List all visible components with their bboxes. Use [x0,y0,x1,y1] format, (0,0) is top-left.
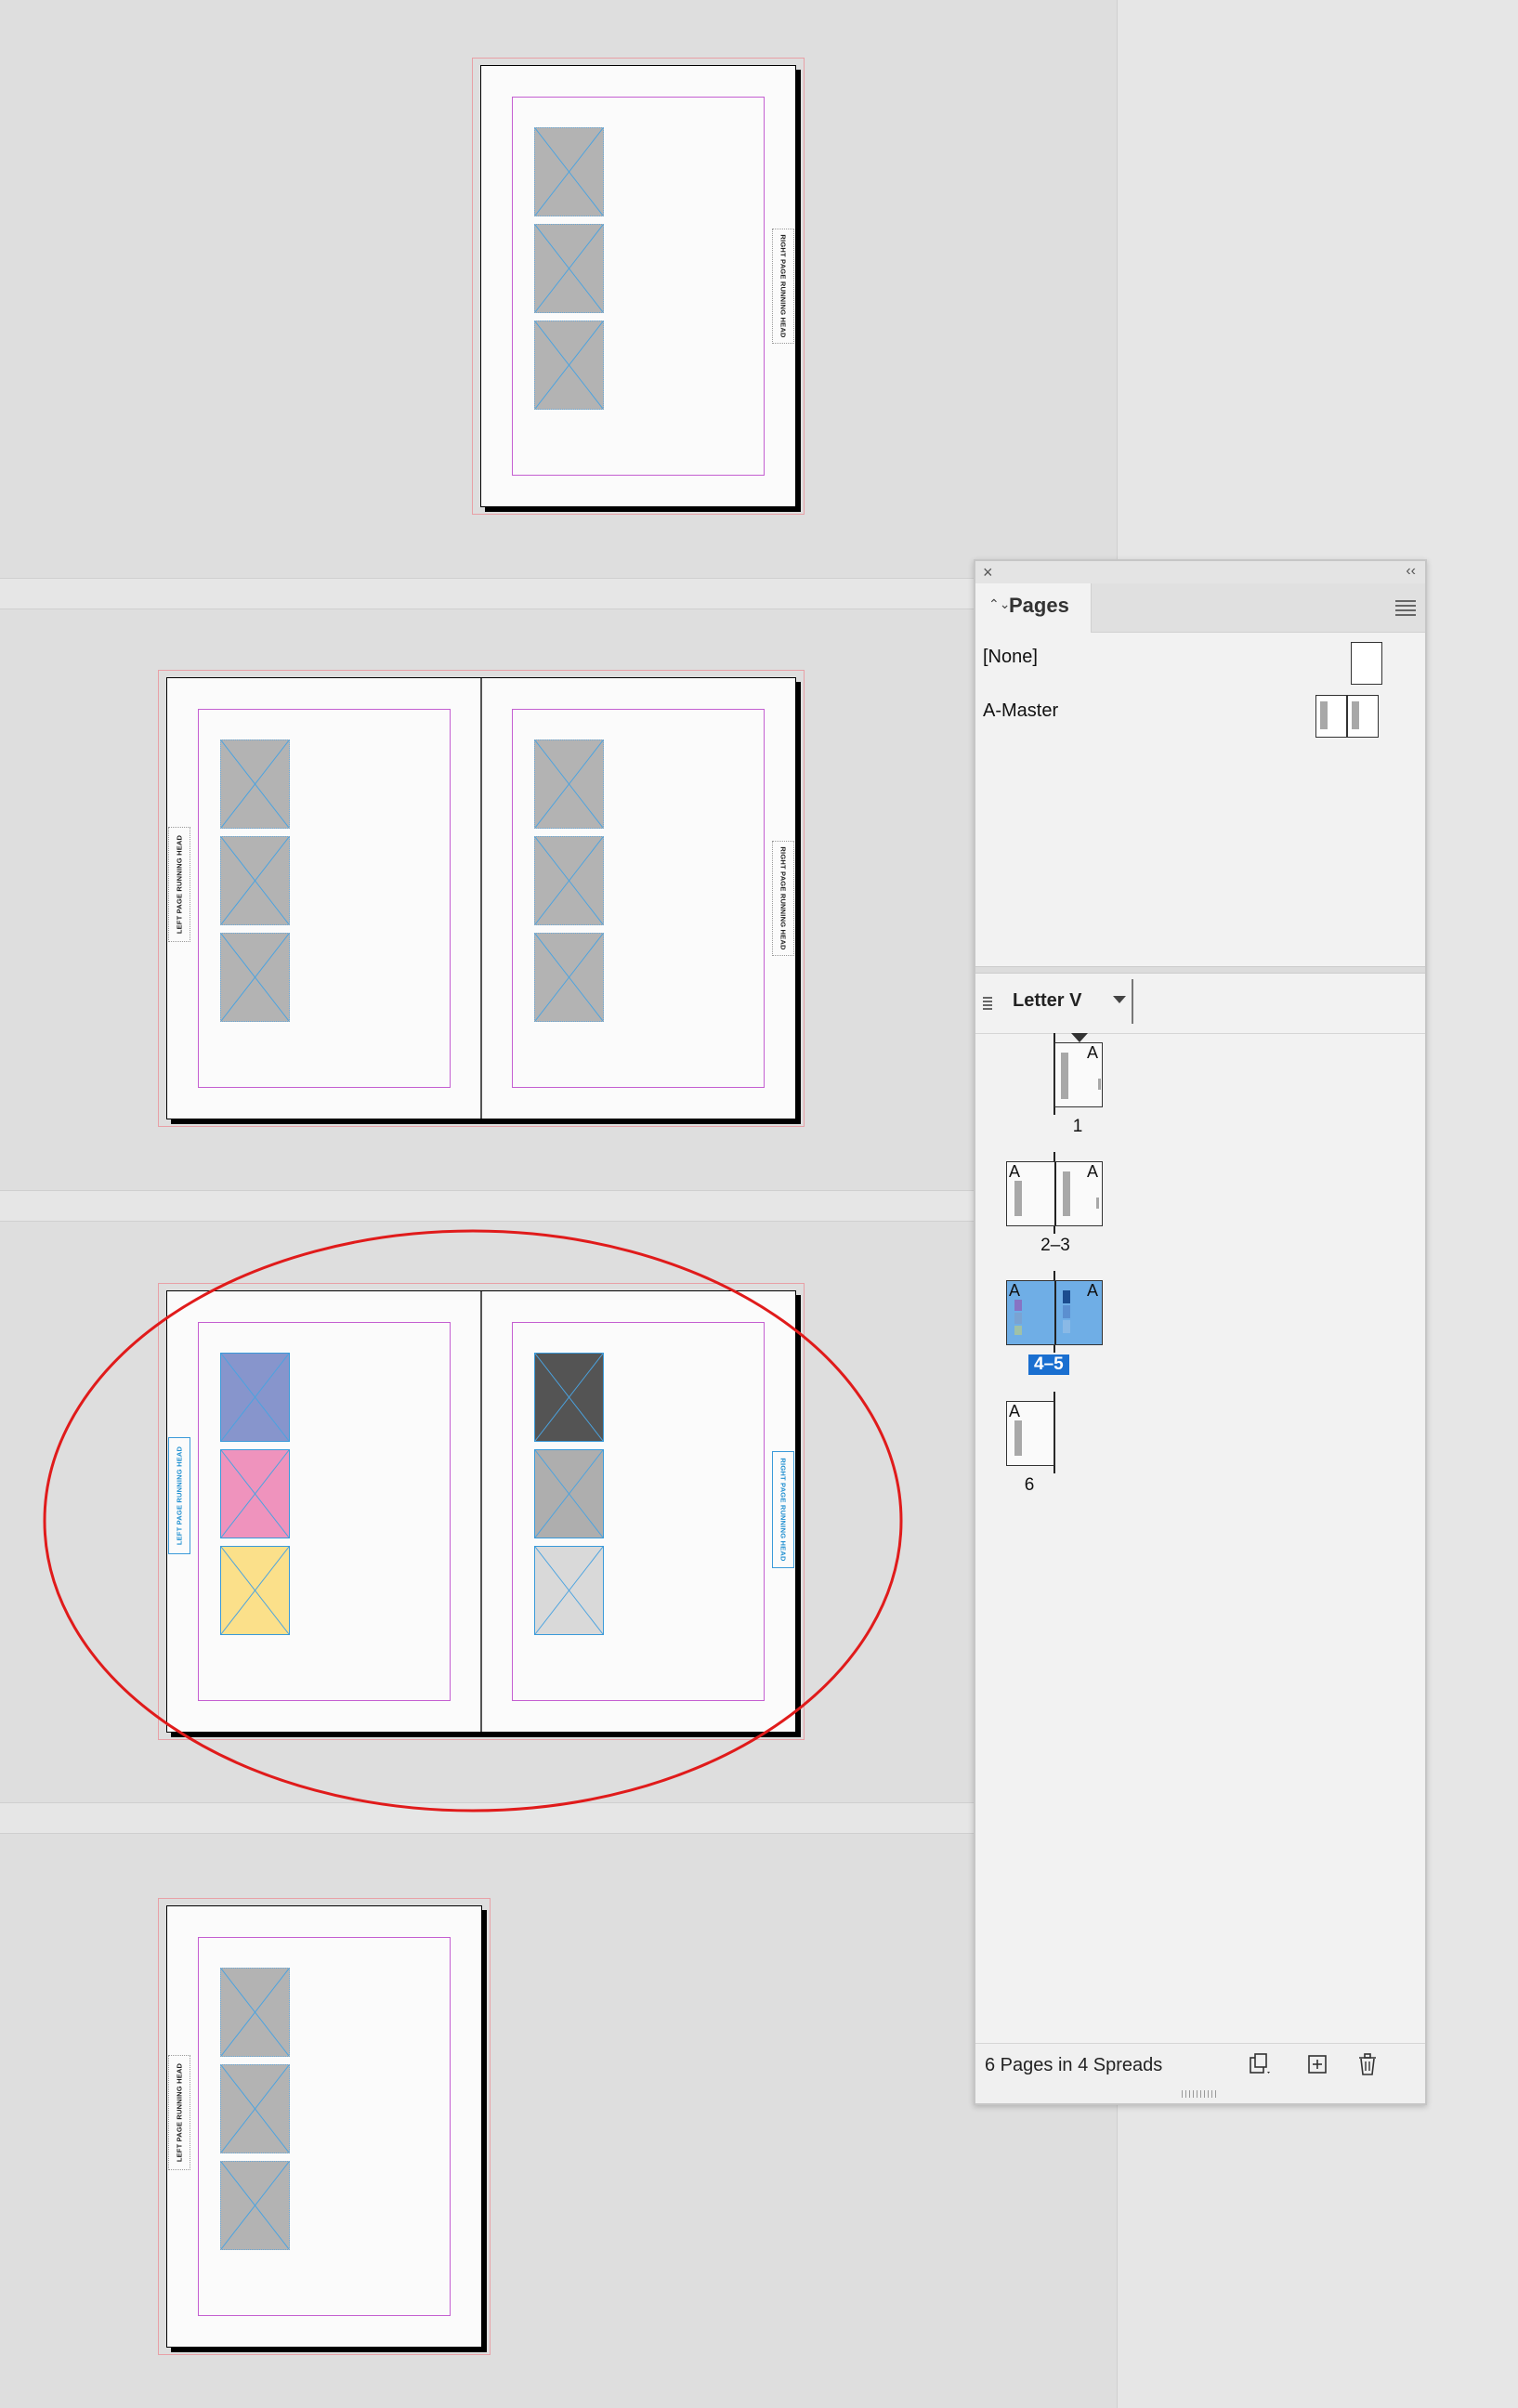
tab-toggle-icon[interactable]: ⌃⌄ [988,596,1010,612]
thumb-page-1[interactable]: A [1054,1042,1103,1107]
thumb-page-6[interactable]: A [1006,1401,1054,1466]
spread-divider [0,1190,975,1222]
panel-resize-grip[interactable] [1182,2090,1219,2098]
page-1[interactable]: RIGHT PAGE RUNNING HEAD [480,65,796,507]
master-none[interactable]: [None] [983,647,1038,668]
tab-pages[interactable]: ⌃⌄ Pages [975,583,1092,633]
thumb-label-4-5[interactable]: 4–5 [1028,1354,1069,1375]
spread-divider [0,1802,975,1834]
running-head-left[interactable]: LEFT PAGE RUNNING HEAD [168,1437,190,1554]
image-frame[interactable] [534,127,604,216]
collapse-icon[interactable]: ‹‹ [1406,561,1416,582]
master-letter: A [1087,1043,1099,1062]
image-frame[interactable] [534,739,604,829]
panel-footer: 6 Pages in 4 Spreads [975,2043,1425,2103]
image-frame-pink[interactable] [220,1449,290,1538]
running-head-left[interactable]: LEFT PAGE RUNNING HEAD [168,827,190,942]
tab-pages-label: Pages [1009,594,1069,617]
thumb-spread-4-5[interactable]: A A [1006,1280,1103,1345]
master-letter: A [1087,1281,1099,1300]
image-frame-yellow[interactable] [220,1546,290,1635]
running-head-right[interactable]: RIGHT PAGE RUNNING HEAD [772,229,794,344]
image-frame-blue[interactable] [220,1353,290,1442]
spread-spine [480,1291,482,1732]
image-frame-light[interactable] [534,1546,604,1635]
image-frame[interactable] [534,836,604,925]
new-page-icon[interactable] [1304,2051,1330,2077]
page-size-label[interactable]: Letter V [1013,990,1081,1012]
image-frame[interactable] [534,224,604,313]
page-6[interactable]: LEFT PAGE RUNNING HEAD [166,1905,482,2348]
insertion-indicator-icon [1071,1033,1088,1042]
panel-title-bar[interactable]: × ‹‹ [975,561,1425,584]
thumb-label-1[interactable]: 1 [1068,1117,1087,1137]
separator [1132,979,1133,1024]
page-count-status: 6 Pages in 4 Spreads [985,2055,1163,2075]
image-frame[interactable] [220,933,290,1022]
master-letter: A [1009,1402,1021,1420]
master-a[interactable]: A-Master [983,700,1058,722]
panel-menu-icon[interactable] [1395,597,1416,616]
image-frame[interactable] [220,739,290,829]
page-size-dropdown-icon[interactable] [1113,996,1126,1003]
image-frame[interactable] [534,933,604,1022]
thumb-spread-2-3[interactable]: A A [1006,1161,1103,1226]
image-frame[interactable] [220,2064,290,2153]
master-a-thumb[interactable] [1315,695,1379,738]
spread-page-4-5[interactable]: LEFT PAGE RUNNING HEAD RIGHT PAGE RUNNIN… [166,1290,796,1733]
page-size-bar: Letter V [975,972,1425,1034]
master-none-thumb[interactable] [1351,642,1382,685]
spread-page-2-3[interactable]: LEFT PAGE RUNNING HEAD RIGHT PAGE RUNNIN… [166,677,796,1119]
running-head-left[interactable]: LEFT PAGE RUNNING HEAD [168,2055,190,2170]
image-frame-mid[interactable] [534,1449,604,1538]
thumb-label-6[interactable]: 6 [1020,1475,1039,1496]
image-frame-dark[interactable] [534,1353,604,1442]
master-letter: A [1087,1162,1099,1181]
spread-divider [0,578,975,609]
image-frame[interactable] [220,1968,290,2057]
close-icon[interactable]: × [983,561,993,583]
edit-page-size-icon[interactable] [1247,2051,1273,2077]
image-frame[interactable] [220,2161,290,2250]
master-letter: A [1009,1162,1021,1181]
master-letter: A [1009,1281,1021,1300]
spread-spine [480,678,482,1119]
thumb-label-2-3[interactable]: 2–3 [1037,1236,1074,1256]
grip-icon[interactable] [983,995,992,1010]
image-frame[interactable] [534,321,604,410]
running-head-right[interactable]: RIGHT PAGE RUNNING HEAD [772,841,794,956]
image-frame[interactable] [220,836,290,925]
delete-page-icon[interactable] [1354,2051,1381,2077]
pages-panel[interactable]: × ‹‹ ⌃⌄ Pages [None] A-Master Letter V A… [974,559,1427,2105]
panel-tab-bar: ⌃⌄ Pages [975,583,1425,633]
running-head-right[interactable]: RIGHT PAGE RUNNING HEAD [772,1451,794,1568]
